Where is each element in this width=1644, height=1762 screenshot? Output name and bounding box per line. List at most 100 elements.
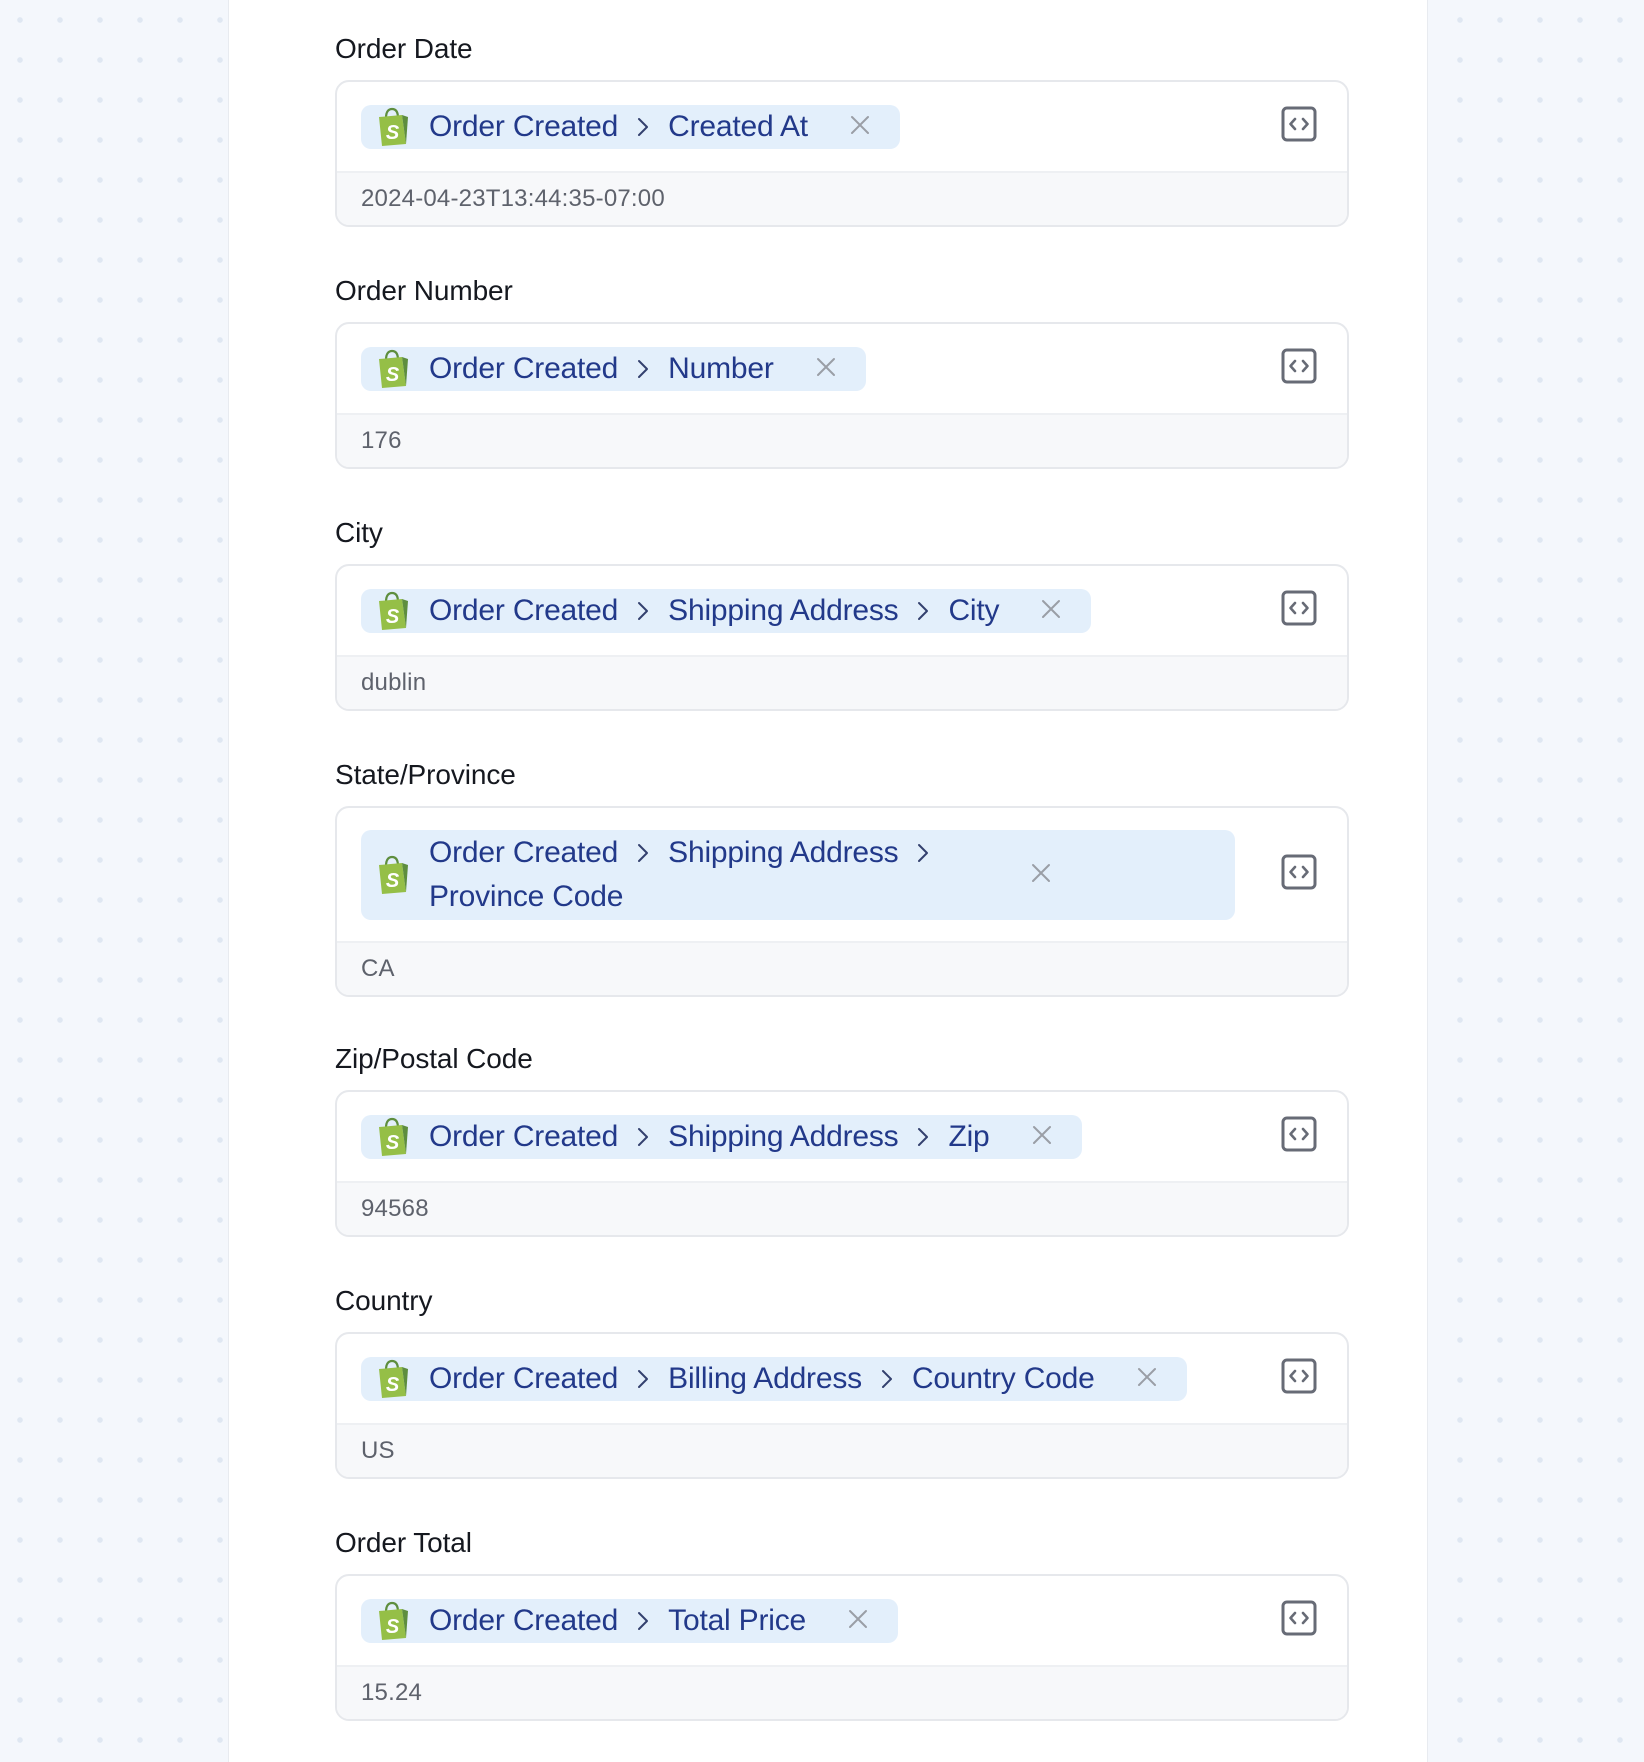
crumb: Province Code [429,880,624,913]
mapping-input[interactable]: S Order Created Shipping Address Provinc… [337,808,1347,941]
breadcrumb: Order Created Created At [429,108,808,146]
breadcrumb: Order Created Shipping Address Province … [429,834,989,916]
remove-mapping-button[interactable] [1037,597,1065,625]
code-brackets-icon [1281,854,1317,895]
close-icon [1136,1366,1158,1393]
field-city: City S Order Created Shipping Address Ci… [335,515,1349,711]
chevron-right-icon [632,1602,654,1640]
mapping-pill[interactable]: S Order Created Shipping Address Provinc… [361,830,1235,920]
breadcrumb: Order Created Shipping Address City [429,592,1000,630]
crumb: Shipping Address [668,594,899,627]
crumb: Order Created [429,836,619,869]
svg-text:S: S [386,1374,400,1396]
chevron-right-icon [912,834,934,872]
field-card: S Order Created Total Price 15.24 [335,1574,1349,1721]
chevron-right-icon [632,834,654,872]
svg-text:S: S [386,606,400,628]
toggle-code-button[interactable] [1281,1116,1317,1157]
field-card: S Order Created Shipping Address Provinc… [335,806,1349,997]
mapping-input[interactable]: S Order Created Billing Address Country … [337,1334,1347,1423]
crumb: Created At [668,110,808,143]
field-label: Order Total [335,1527,472,1558]
field-label: State/Province [335,759,516,790]
shopify-bag-icon: S [373,347,413,391]
mapping-input[interactable]: S Order Created Shipping Address City [337,566,1347,655]
field-label: City [335,517,383,548]
preview-value: 176 [337,413,1347,467]
crumb: Zip [948,1120,990,1153]
code-brackets-icon [1281,106,1317,147]
chevron-right-icon [632,1118,654,1156]
chevron-right-icon [632,592,654,630]
crumb: Shipping Address [668,1120,899,1153]
shopify-bag-icon: S [373,105,413,149]
field-zip-postal-code: Zip/Postal Code S Order Created Shipping… [335,1041,1349,1237]
preview-value: 2024-04-23T13:44:35-07:00 [337,171,1347,225]
shopify-bag-icon: S [373,1357,413,1401]
mapping-pill[interactable]: S Order Created Total Price [361,1599,899,1643]
toggle-code-button[interactable] [1281,106,1317,147]
field-order-total: Order Total S Order Created Total Price … [335,1525,1349,1721]
toggle-code-button[interactable] [1281,854,1317,895]
chevron-right-icon [632,350,654,388]
toggle-code-button[interactable] [1281,1600,1317,1641]
code-brackets-icon [1281,590,1317,631]
breadcrumb: Order Created Billing Address Country Co… [429,1360,1095,1398]
field-label: Order Date [335,33,473,64]
preview-value: 15.24 [337,1665,1347,1719]
toggle-code-button[interactable] [1281,348,1317,389]
crumb: Order Created [429,1120,619,1153]
toggle-code-button[interactable] [1281,590,1317,631]
crumb: Order Created [429,352,619,385]
crumb: Order Created [429,110,619,143]
chevron-right-icon [912,1118,934,1156]
code-brackets-icon [1281,1600,1317,1641]
preview-value: CA [337,941,1347,995]
close-icon [1030,862,1052,889]
crumb: Shipping Address [668,836,899,869]
close-icon [815,356,837,383]
field-label: Country [335,1285,433,1316]
mapping-input[interactable]: S Order Created Created At [337,82,1347,171]
chevron-right-icon [912,592,934,630]
remove-mapping-button[interactable] [1028,1123,1056,1151]
code-brackets-icon [1281,1116,1317,1157]
field-card: S Order Created Shipping Address Zip 945… [335,1090,1349,1237]
preview-value: dublin [337,655,1347,709]
field-label: Zip/Postal Code [335,1043,533,1074]
mapping-pill[interactable]: S Order Created Number [361,347,866,391]
chevron-right-icon [632,108,654,146]
mapping-input[interactable]: S Order Created Total Price [337,1576,1347,1665]
close-icon [849,114,871,141]
remove-mapping-button[interactable] [1133,1365,1161,1393]
crumb: Number [668,352,774,385]
mapping-pill[interactable]: S Order Created Shipping Address City [361,589,1092,633]
mapping-pill[interactable]: S Order Created Created At [361,105,900,149]
shopify-bag-icon: S [373,1115,413,1159]
field-card: S Order Created Billing Address Country … [335,1332,1349,1479]
field-order-date: Order Date S Order Created Created At 20… [335,31,1349,227]
mapping-pill[interactable]: S Order Created Shipping Address Zip [361,1115,1082,1159]
breadcrumb: Order Created Total Price [429,1602,806,1640]
mapping-pill[interactable]: S Order Created Billing Address Country … [361,1357,1187,1401]
mapping-input[interactable]: S Order Created Number [337,324,1347,413]
preview-value: US [337,1423,1347,1477]
close-icon [847,1608,869,1635]
crumb: Order Created [429,1604,619,1637]
field-country: Country S Order Created Billing Address … [335,1283,1349,1479]
mapping-input[interactable]: S Order Created Shipping Address Zip [337,1092,1347,1181]
toggle-code-button[interactable] [1281,1358,1317,1397]
remove-mapping-button[interactable] [1027,861,1055,889]
svg-text:S: S [386,1616,400,1638]
svg-text:S: S [386,364,400,386]
remove-mapping-button[interactable] [812,355,840,383]
preview-value: 94568 [337,1181,1347,1235]
breadcrumb: Order Created Number [429,350,774,388]
svg-text:S: S [386,122,400,144]
crumb: Order Created [429,1362,619,1395]
code-brackets-icon [1281,348,1317,389]
remove-mapping-button[interactable] [846,113,874,141]
crumb: City [948,594,1000,627]
remove-mapping-button[interactable] [844,1607,872,1635]
field-card: S Order Created Shipping Address City du… [335,564,1349,711]
